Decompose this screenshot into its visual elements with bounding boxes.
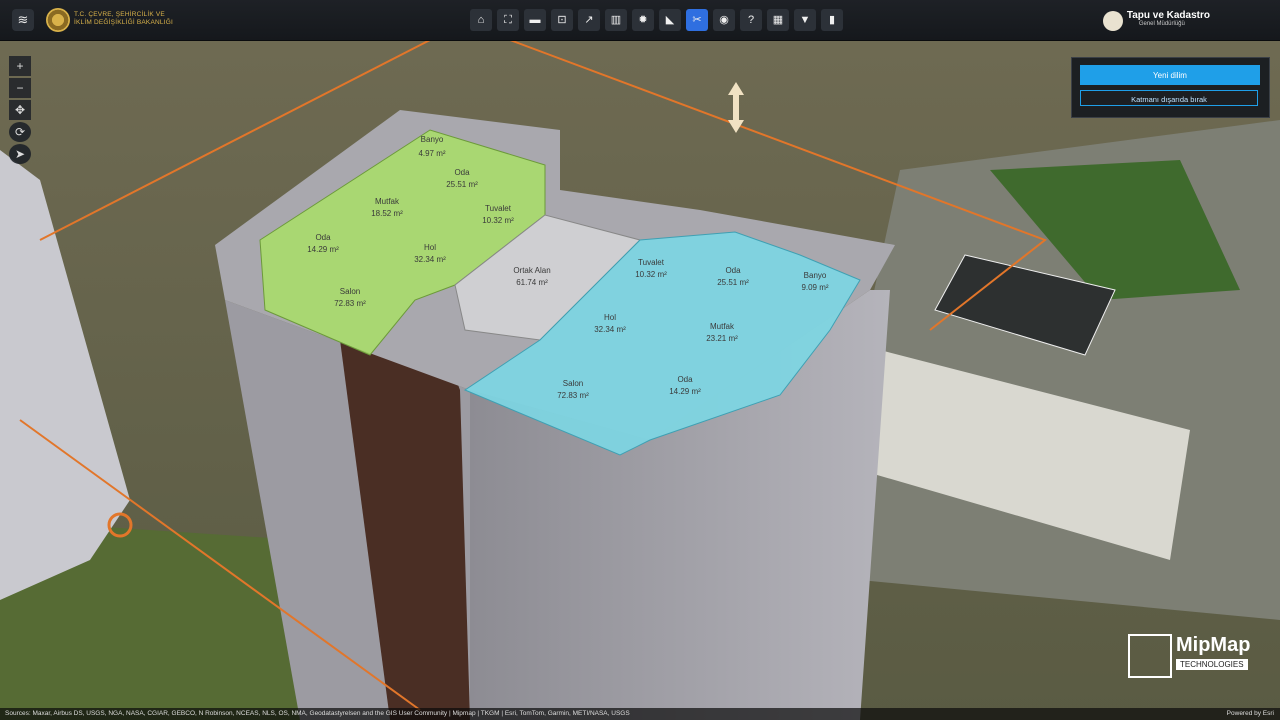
room-label: Hol [424, 243, 436, 252]
room-area: 61.74 m² [516, 278, 548, 287]
room-label: Oda [677, 375, 693, 384]
room-area: 14.29 m² [669, 387, 701, 396]
room-area: 9.09 m² [801, 283, 828, 292]
ministry-logo [46, 8, 70, 32]
room-area: 10.32 m² [635, 270, 667, 279]
room-area: 23.21 m² [706, 334, 738, 343]
room-label: Oda [725, 266, 741, 275]
room-label: Oda [454, 168, 470, 177]
area-measure-icon[interactable]: ⊡ [551, 9, 573, 31]
room-area: 72.83 m² [557, 391, 589, 400]
mipmap-logo [1128, 634, 1172, 678]
ministry-line-2: İKLİM DEĞİŞİKLİĞİ BAKANLIĞI [74, 19, 173, 26]
mipmap-name: MipMap [1176, 634, 1251, 656]
room-label: Tuvalet [638, 258, 665, 267]
line-of-sight-icon[interactable]: ◣ [659, 9, 681, 31]
ministry-line-1: T.C. ÇEVRE, ŞEHİRCİLİK VE [74, 11, 165, 18]
ministry-name: T.C. ÇEVRE, ŞEHİRCİLİK VE İKLİM DEĞİŞİKL… [74, 11, 173, 27]
room-area: 14.29 m² [307, 245, 339, 254]
pan-icon[interactable]: ✥ [9, 100, 31, 120]
room-area: 72.83 m² [334, 299, 366, 308]
visibility-icon[interactable]: ◉ [713, 9, 735, 31]
brand-title: Tapu ve Kadastro [1126, 10, 1210, 21]
top-bar: ≋ T.C. ÇEVRE, ŞEHİRCİLİK VE İKLİM DEĞİŞİ… [0, 0, 1280, 41]
room-area: 10.32 m² [482, 216, 514, 225]
home-icon[interactable]: ⌂ [470, 9, 492, 31]
room-area: 25.51 m² [717, 278, 749, 287]
zoom-out-icon[interactable]: − [9, 78, 31, 98]
room-label: Oda [315, 233, 331, 242]
room-label: Hol [604, 313, 616, 322]
tkgm-logo [1102, 11, 1123, 31]
windows-icon[interactable]: ▦ [767, 9, 789, 31]
filter-icon[interactable]: ▼ [794, 9, 816, 31]
room-label: Banyo [804, 271, 827, 280]
room-label: Mutfak [375, 197, 400, 206]
elevation-icon[interactable]: ↗ [578, 9, 600, 31]
navigation-controls: + − ✥ ⟳ ➤ [9, 56, 31, 166]
room-area: 32.34 m² [594, 325, 626, 334]
room-area: 18.52 m² [371, 209, 403, 218]
attribution-text: Sources: Maxar, Airbus DS, USGS, NGA, NA… [5, 710, 630, 717]
main-toolbar: ⌂ ⛶ ▬ ⊡ ↗ ▥ ✹ ◣ ✂ ◉? ▦ ▼ ▮ [470, 9, 843, 33]
room-area: 4.97 m² [418, 149, 445, 158]
attribution-bar: Sources: Maxar, Airbus DS, USGS, NGA, NA… [0, 708, 1280, 720]
layers-icon[interactable]: ≋ [12, 9, 34, 31]
measure-icon[interactable]: ▬ [524, 9, 546, 31]
exclude-layer-button[interactable]: Katmanı dışarıda bırak [1080, 90, 1258, 106]
mipmap-watermark: MipMap TECHNOLOGIES [1128, 632, 1262, 678]
room-label: Mutfak [710, 322, 735, 331]
room-label: Tuvalet [485, 204, 512, 213]
daylight-icon[interactable]: ✹ [632, 9, 654, 31]
room-label: Salon [340, 287, 360, 296]
brand-subtitle: Genel Müdürlüğü [1138, 21, 1185, 27]
help-icon[interactable]: ? [740, 9, 762, 31]
compass-icon[interactable]: ➤ [9, 144, 31, 164]
slice-panel: Yeni dilim Katmanı dışarıda bırak [1071, 57, 1270, 118]
slice-icon[interactable]: ✂ [686, 9, 708, 31]
new-slice-button[interactable]: Yeni dilim [1080, 65, 1260, 85]
chart-icon[interactable]: ▥ [605, 9, 627, 31]
tkgm-brand: Tapu ve Kadastro Genel Müdürlüğü [1102, 10, 1210, 31]
room-label: Ortak Alan [513, 266, 550, 275]
fullscreen-icon[interactable]: ⛶ [497, 9, 519, 31]
powered-by-esri[interactable]: Powered by Esri [1227, 708, 1274, 720]
room-label: Banyo [421, 135, 444, 144]
room-area: 25.51 m² [446, 180, 478, 189]
room-label: Salon [563, 379, 583, 388]
rotate-icon[interactable]: ⟳ [9, 122, 31, 142]
zoom-in-icon[interactable]: + [9, 56, 31, 76]
bookmark-icon[interactable]: ▮ [821, 9, 843, 31]
mipmap-sub: TECHNOLOGIES [1176, 659, 1248, 670]
room-area: 32.34 m² [414, 255, 446, 264]
